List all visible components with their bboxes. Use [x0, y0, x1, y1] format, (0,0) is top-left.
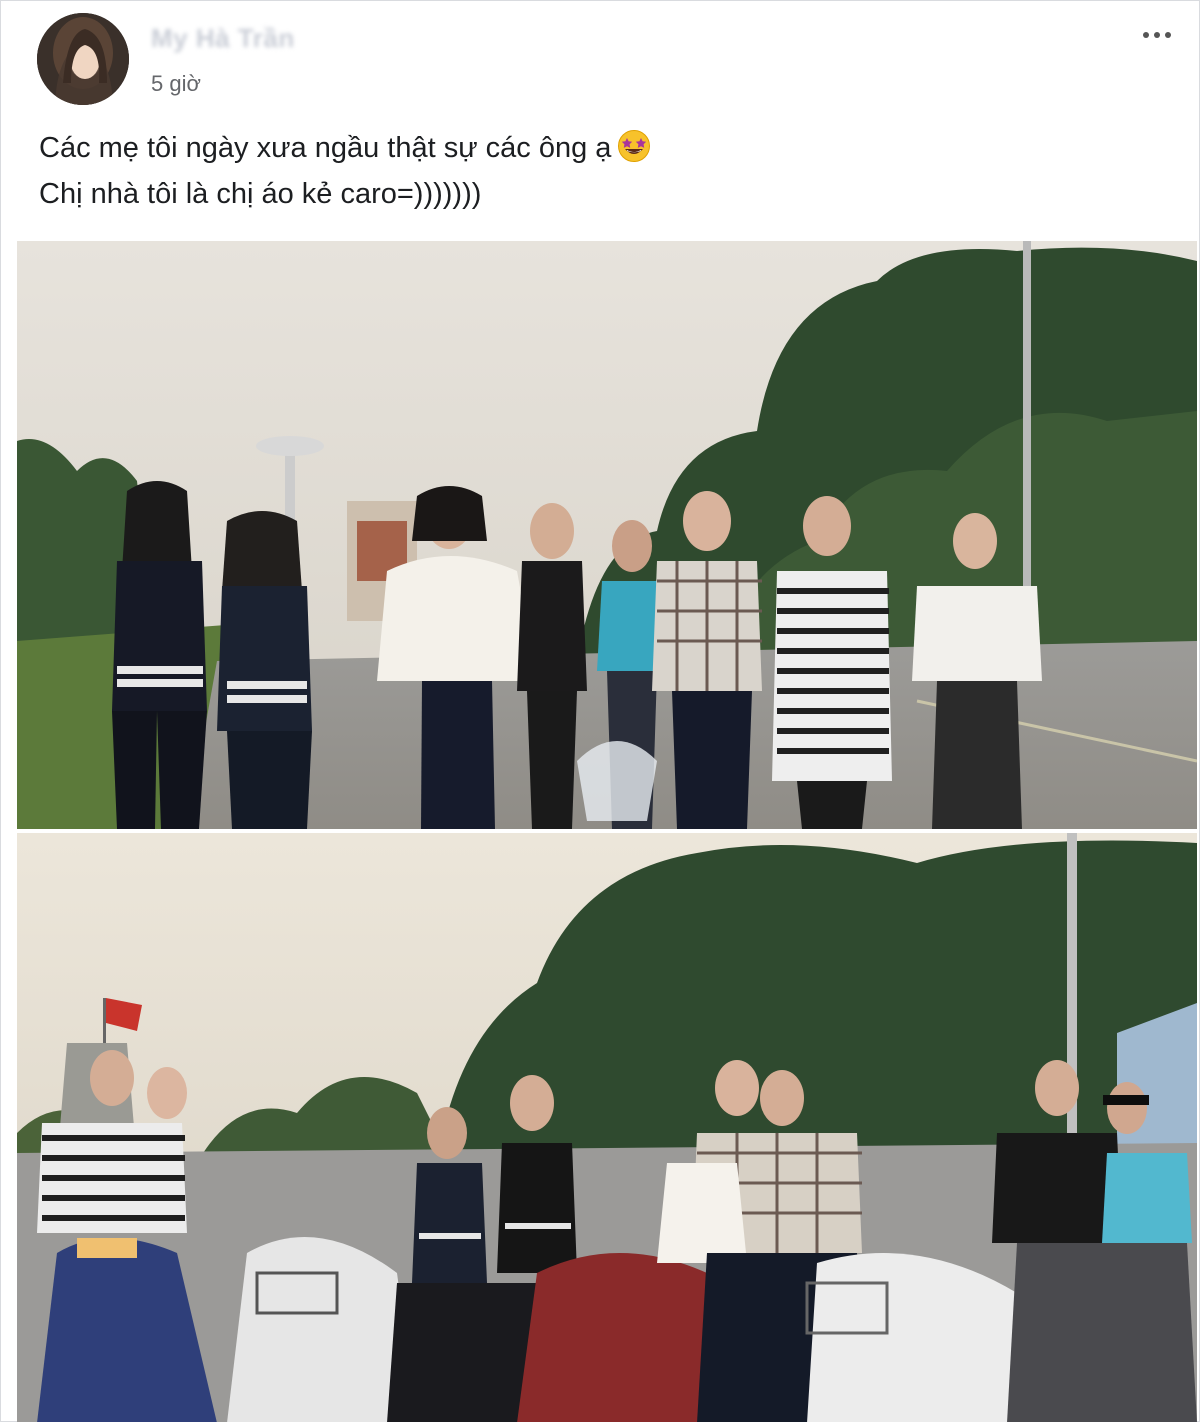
photo-group-walking[interactable] — [17, 241, 1197, 829]
author-name[interactable]: My Hà Trần — [151, 23, 295, 54]
post-text-line-1-content: Các mẹ tôi ngày xưa ngầu thật sự các ông… — [39, 132, 612, 164]
dot — [1165, 32, 1171, 38]
avatar-image — [37, 13, 129, 105]
more-options-icon[interactable] — [1135, 19, 1179, 51]
post-header: My Hà Trần 5 giờ — [1, 1, 1200, 121]
post-text-line-1: Các mẹ tôi ngày xưa ngầu thật sự các ông… — [39, 125, 1159, 171]
photo-group-motorbikes[interactable] — [17, 833, 1197, 1422]
author-avatar[interactable] — [37, 13, 129, 105]
photo-group-walking-image — [17, 241, 1197, 829]
photo-group-motorbikes-image — [17, 833, 1197, 1422]
post-message: Các mẹ tôi ngày xưa ngầu thật sự các ông… — [39, 125, 1159, 217]
post-timestamp[interactable]: 5 giờ — [151, 71, 201, 97]
dot — [1154, 32, 1160, 38]
dot — [1143, 32, 1149, 38]
post-text-line-2: Chị nhà tôi là chị áo kẻ caro=))))))) — [39, 178, 482, 210]
facebook-post: My Hà Trần 5 giờ Các mẹ tôi ngày xưa ngầ… — [0, 0, 1200, 1422]
star-struck-emoji-icon — [618, 130, 651, 162]
